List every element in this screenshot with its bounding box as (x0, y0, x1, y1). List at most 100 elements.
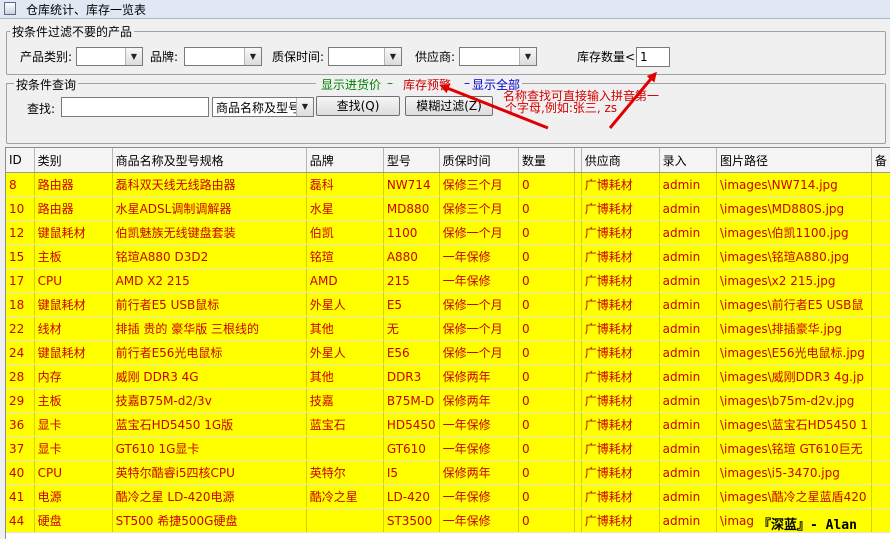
table-cell[interactable]: 排插 贵的 豪华版 三根线的 (112, 316, 307, 341)
stock-threshold-input[interactable]: 1 (636, 47, 670, 67)
table-cell[interactable] (574, 244, 582, 269)
table-cell[interactable]: 铭瑄A880 D3D2 (112, 244, 307, 269)
table-cell[interactable]: 10 (6, 196, 35, 221)
table-cell[interactable]: 广博耗材 (581, 172, 660, 197)
table-cell[interactable]: 0 (518, 196, 575, 221)
table-cell[interactable]: 18 (6, 292, 35, 317)
table-cell[interactable]: 一年保修 (439, 436, 520, 461)
column-header[interactable]: 商品名称及型号规格 (112, 148, 307, 173)
table-cell[interactable] (574, 412, 582, 437)
table-cell[interactable]: 24 (6, 340, 35, 365)
table-cell[interactable]: admin (659, 388, 717, 413)
table-cell[interactable]: 路由器 (34, 196, 113, 221)
table-cell[interactable]: 保修一个月 (439, 316, 520, 341)
table-cell[interactable] (574, 268, 582, 293)
table-row[interactable]: 36 显卡 蓝宝石HD5450 1G版 蓝宝石 HD5450 一年保修 0 广博耗材 admin… (6, 412, 890, 437)
table-row[interactable]: 29 主板 技嘉B75M-d2/3v 技嘉 B75M-D 保修两年 0 广博耗材 admin \i… (6, 388, 890, 413)
table-cell[interactable]: 37 (6, 436, 35, 461)
table-cell[interactable]: 0 (518, 268, 575, 293)
table-cell[interactable]: 键鼠耗材 (34, 340, 113, 365)
table-cell[interactable]: GT610 (383, 436, 440, 461)
table-cell[interactable] (871, 412, 890, 437)
table-cell[interactable]: \images\蓝宝石HD5450 1 (716, 412, 872, 437)
table-cell[interactable]: admin (659, 460, 717, 485)
chevron-down-icon[interactable]: ▼ (296, 98, 313, 116)
table-cell[interactable]: admin (659, 436, 717, 461)
table-cell[interactable]: 技嘉B75M-d2/3v (112, 388, 307, 413)
table-cell[interactable]: 一年保修 (439, 244, 520, 269)
table-cell[interactable]: 41 (6, 484, 35, 509)
table-cell[interactable]: 215 (383, 268, 440, 293)
table-cell[interactable]: 保修一个月 (439, 220, 520, 245)
table-cell[interactable]: 0 (518, 484, 575, 509)
table-cell[interactable]: 0 (518, 364, 575, 389)
table-cell[interactable]: 保修两年 (439, 364, 520, 389)
table-cell[interactable]: 主板 (34, 388, 113, 413)
table-row[interactable]: 28 内存 威刚 DDR3 4G 其他 DDR3 保修两年 0 广博耗材 admin \image… (6, 364, 890, 389)
warranty-select[interactable]: ▼ (328, 47, 402, 66)
table-cell[interactable]: 水星 (306, 196, 384, 221)
table-cell[interactable]: admin (659, 364, 717, 389)
table-cell[interactable]: 广博耗材 (581, 436, 660, 461)
column-header[interactable]: 类别 (34, 148, 113, 173)
table-row[interactable]: 24 键鼠耗材 前行者E56光电鼠标 外星人 E56 保修一个月 0 广博耗材 admin \im… (6, 340, 890, 365)
table-cell[interactable]: 0 (518, 508, 575, 533)
column-header[interactable]: 数量 (518, 148, 575, 173)
table-cell[interactable] (871, 388, 890, 413)
table-cell[interactable]: 28 (6, 364, 35, 389)
table-cell[interactable]: 无 (383, 316, 440, 341)
table-cell[interactable]: 广博耗材 (581, 388, 660, 413)
column-header[interactable] (574, 148, 582, 173)
chevron-down-icon[interactable]: ▼ (125, 48, 142, 65)
table-cell[interactable] (306, 508, 384, 533)
table-cell[interactable]: 一年保修 (439, 508, 520, 533)
table-cell[interactable] (871, 292, 890, 317)
table-cell[interactable] (871, 484, 890, 509)
table-cell[interactable]: 15 (6, 244, 35, 269)
column-header[interactable]: 录入 (659, 148, 717, 173)
fuzzy-filter-button[interactable]: 模糊过滤(Z) (405, 96, 493, 116)
table-cell[interactable] (871, 172, 890, 197)
show-price-link[interactable]: 显示进货价 (321, 76, 381, 93)
table-cell[interactable] (574, 388, 582, 413)
column-header[interactable]: 质保时间 (439, 148, 520, 173)
table-cell[interactable] (306, 436, 384, 461)
table-cell[interactable]: NW714 (383, 172, 440, 197)
table-cell[interactable]: 保修一个月 (439, 292, 520, 317)
table-cell[interactable] (871, 436, 890, 461)
find-input[interactable] (61, 97, 209, 117)
table-cell[interactable]: \images\铭瑄 GT610巨无 (716, 436, 872, 461)
table-cell[interactable]: 伯凯魅族无线键盘套装 (112, 220, 307, 245)
table-cell[interactable]: 威刚 DDR3 4G (112, 364, 307, 389)
table-row[interactable]: 12 键鼠耗材 伯凯魅族无线键盘套装 伯凯 1100 保修一个月 0 广博耗材 admin \im… (6, 220, 890, 245)
table-cell[interactable]: 广博耗材 (581, 484, 660, 509)
table-cell[interactable]: 0 (518, 292, 575, 317)
table-cell[interactable]: 广博耗材 (581, 340, 660, 365)
table-cell[interactable] (871, 196, 890, 221)
table-cell[interactable]: \images\酷冷之星蓝盾420 (716, 484, 872, 509)
table-cell[interactable] (871, 316, 890, 341)
table-cell[interactable]: 技嘉 (306, 388, 384, 413)
table-row[interactable]: 17 CPU AMD X2 215 AMD 215 一年保修 0 广博耗材 admin \imag… (6, 268, 890, 293)
table-cell[interactable]: admin (659, 172, 717, 197)
table-cell[interactable]: 0 (518, 220, 575, 245)
table-cell[interactable]: admin (659, 412, 717, 437)
table-cell[interactable]: admin (659, 316, 717, 341)
table-row[interactable]: 40 CPU 英特尔酷睿i5四核CPU 英特尔 I5 保修两年 0 广博耗材 admin \ima… (6, 460, 890, 485)
table-cell[interactable] (574, 172, 582, 197)
table-cell[interactable] (871, 508, 890, 533)
table-cell[interactable]: 硬盘 (34, 508, 113, 533)
table-cell[interactable]: 广博耗材 (581, 364, 660, 389)
table-cell[interactable]: 前行者E56光电鼠标 (112, 340, 307, 365)
table-cell[interactable]: admin (659, 220, 717, 245)
table-cell[interactable]: 广博耗材 (581, 220, 660, 245)
table-cell[interactable]: \images\NW714.jpg (716, 172, 872, 197)
table-cell[interactable] (574, 220, 582, 245)
table-cell[interactable]: 0 (518, 340, 575, 365)
table-cell[interactable]: 磊科 (306, 172, 384, 197)
table-cell[interactable]: 36 (6, 412, 35, 437)
column-header[interactable]: 图片路径 (716, 148, 872, 173)
table-cell[interactable]: 22 (6, 316, 35, 341)
table-cell[interactable]: 外星人 (306, 340, 384, 365)
table-cell[interactable]: 内存 (34, 364, 113, 389)
